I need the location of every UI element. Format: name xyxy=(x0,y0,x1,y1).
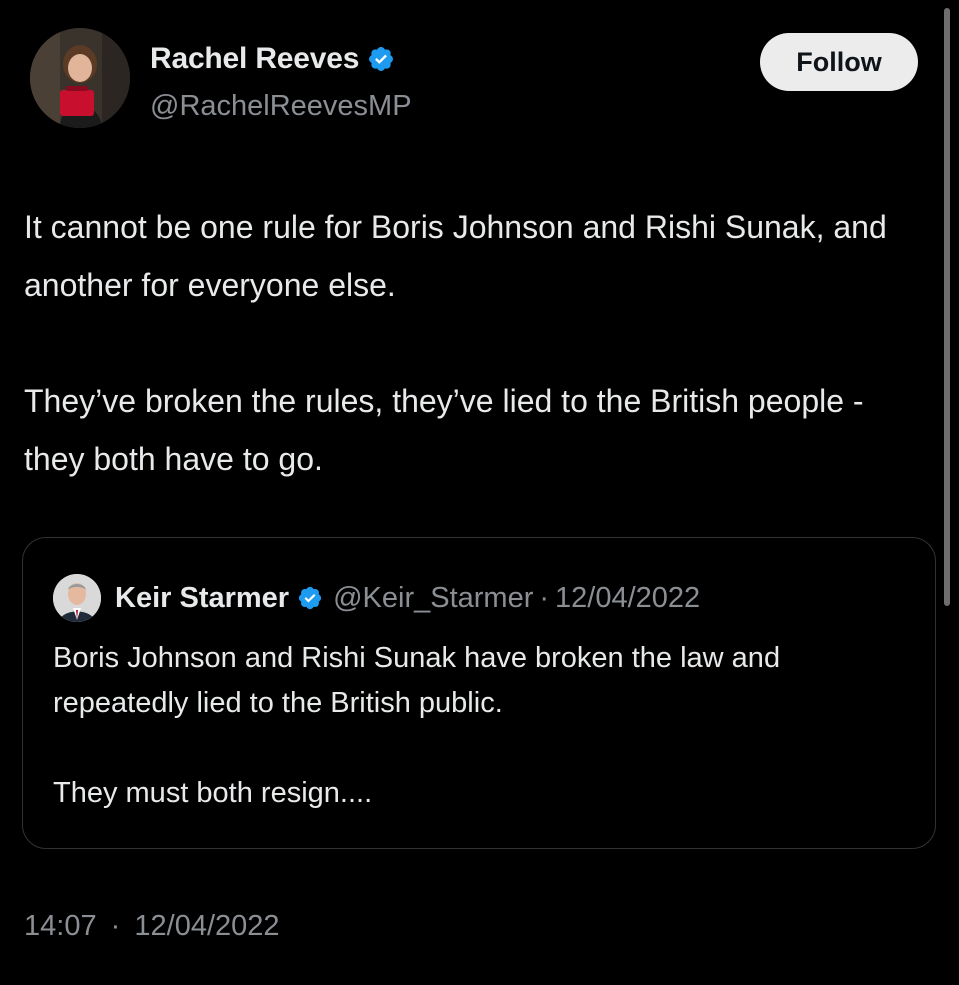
quoted-tweet-paragraph: Boris Johnson and Rishi Sunak have broke… xyxy=(53,642,781,719)
follow-button[interactable]: Follow xyxy=(760,33,918,91)
tweet-date: 12/04/2022 xyxy=(134,910,280,942)
scrollbar-thumb[interactable] xyxy=(944,8,950,606)
timestamp-separator: · xyxy=(110,910,121,942)
quoted-author-handle[interactable]: @Keir_Starmer xyxy=(333,582,533,615)
quoted-tweet-date[interactable]: 12/04/2022 xyxy=(555,582,700,615)
author-avatar-image xyxy=(30,28,130,128)
tweet-paragraph: It cannot be one rule for Boris Johnson … xyxy=(24,209,887,303)
quoted-verified-badge-icon xyxy=(297,585,323,611)
verified-badge-icon xyxy=(367,45,395,73)
quoted-tweet-paragraph: They must both resign.... xyxy=(53,777,373,809)
tweet-timestamp[interactable]: 14:07 · 12/04/2022 xyxy=(24,910,280,943)
quoted-tweet-text: Boris Johnson and Rishi Sunak have broke… xyxy=(53,636,913,816)
quoted-author-avatar[interactable] xyxy=(53,574,101,622)
author-avatar[interactable] xyxy=(30,28,130,128)
author-name[interactable]: Rachel Reeves xyxy=(150,42,359,76)
quoted-tweet-card[interactable]: Keir Starmer @Keir_Starmer · 12/04/2022 … xyxy=(22,537,936,849)
quoted-author-avatar-image xyxy=(53,574,101,622)
author-handle[interactable]: @RachelReevesMP xyxy=(150,90,412,123)
quoted-separator: · xyxy=(539,581,550,614)
quoted-author-name[interactable]: Keir Starmer xyxy=(115,582,289,615)
tweet-paragraph: They’ve broken the rules, they’ve lied t… xyxy=(24,383,864,477)
tweet-container: Rachel Reeves @RachelReevesMP Follow It … xyxy=(0,0,959,985)
tweet-time: 14:07 xyxy=(24,910,97,942)
quoted-tweet-header: Keir Starmer @Keir_Starmer · 12/04/2022 xyxy=(53,574,700,622)
author-name-row: Rachel Reeves xyxy=(150,42,395,76)
tweet-text: It cannot be one rule for Boris Johnson … xyxy=(24,198,924,488)
